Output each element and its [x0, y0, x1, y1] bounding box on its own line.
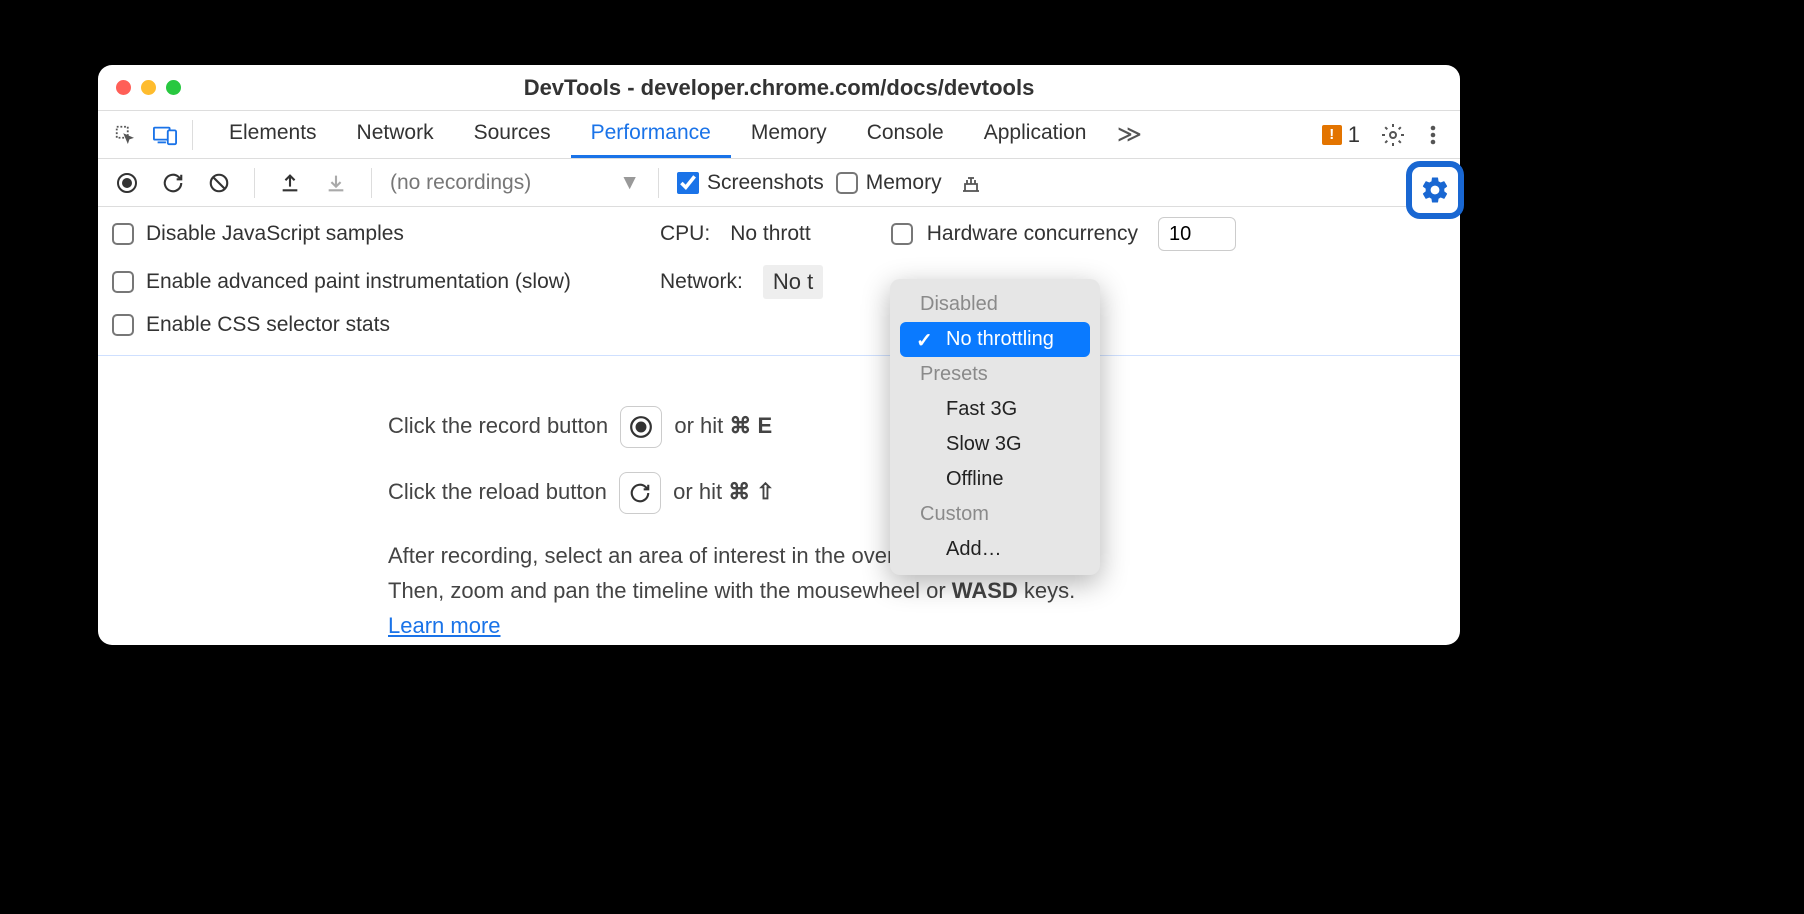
cpu-throttle-select[interactable]: No thrott: [730, 222, 811, 246]
cpu-row: CPU: No thrott Hardware concurrency: [660, 217, 1446, 251]
record-shortcut: ⌘ E: [729, 413, 772, 438]
inspect-element-icon[interactable]: [108, 118, 142, 152]
titlebar: DevTools - developer.chrome.com/docs/dev…: [98, 65, 1460, 111]
traffic-lights: [116, 80, 181, 95]
memory-label: Memory: [866, 171, 942, 195]
maximize-window-button[interactable]: [166, 80, 181, 95]
network-label: Network:: [660, 270, 743, 294]
memory-input[interactable]: [836, 172, 858, 194]
main-tabs-bar: Elements Network Sources Performance Mem…: [98, 111, 1460, 159]
separator: [192, 120, 193, 150]
screenshots-input[interactable]: [677, 172, 699, 194]
performance-toolbar: (no recordings) ▼ Screenshots Memory: [98, 159, 1460, 207]
more-options-icon[interactable]: [1416, 118, 1450, 152]
tabs: Elements Network Sources Performance Mem…: [209, 111, 1106, 158]
reload-button[interactable]: [156, 166, 190, 200]
settings-gear-icon[interactable]: [1376, 118, 1410, 152]
enable-paint-checkbox[interactable]: [112, 271, 134, 293]
dropdown-item-fast-3g[interactable]: Fast 3G: [894, 392, 1096, 427]
enable-css-checkbox[interactable]: [112, 314, 134, 336]
enable-paint-label: Enable advanced paint instrumentation (s…: [146, 270, 571, 294]
reload-button-inline[interactable]: [619, 472, 661, 514]
tab-sources[interactable]: Sources: [454, 111, 571, 158]
devtools-window: DevTools - developer.chrome.com/docs/dev…: [98, 65, 1460, 645]
clear-button[interactable]: [202, 166, 236, 200]
disable-js-label: Disable JavaScript samples: [146, 222, 404, 246]
memory-checkbox[interactable]: Memory: [836, 171, 942, 195]
tab-memory[interactable]: Memory: [731, 111, 847, 158]
download-profile-icon[interactable]: [319, 166, 353, 200]
minimize-window-button[interactable]: [141, 80, 156, 95]
upload-profile-icon[interactable]: [273, 166, 307, 200]
dropdown-group-disabled: Disabled: [894, 287, 1096, 322]
tab-network[interactable]: Network: [337, 111, 454, 158]
enable-css-row[interactable]: Enable CSS selector stats: [112, 313, 652, 337]
learn-more-link[interactable]: Learn more: [388, 613, 501, 638]
dropdown-item-add[interactable]: Add…: [894, 532, 1096, 567]
window-title: DevTools - developer.chrome.com/docs/dev…: [112, 75, 1446, 101]
dropdown-item-slow-3g[interactable]: Slow 3G: [894, 427, 1096, 462]
dropdown-caret-icon: ▼: [619, 171, 640, 195]
screenshots-label: Screenshots: [707, 171, 824, 195]
dropdown-group-presets: Presets: [894, 357, 1096, 392]
capture-settings-button[interactable]: [1406, 161, 1464, 219]
record-button-inline[interactable]: [620, 406, 662, 448]
close-window-button[interactable]: [116, 80, 131, 95]
separator: [658, 168, 659, 198]
device-toolbar-icon[interactable]: [148, 118, 182, 152]
tab-performance[interactable]: Performance: [571, 111, 731, 158]
network-throttling-dropdown: Disabled No throttling Presets Fast 3G S…: [890, 279, 1100, 575]
capture-settings-highlight: [1406, 161, 1464, 219]
tab-console[interactable]: Console: [847, 111, 964, 158]
recordings-dropdown[interactable]: (no recordings) ▼: [390, 171, 640, 195]
dropdown-group-custom: Custom: [894, 497, 1096, 532]
reload-shortcut: ⌘ ⇧: [728, 479, 775, 504]
tab-elements[interactable]: Elements: [209, 111, 337, 158]
capture-settings-panel: Disable JavaScript samples CPU: No throt…: [98, 207, 1460, 356]
dropdown-item-offline[interactable]: Offline: [894, 462, 1096, 497]
network-throttle-select[interactable]: No t: [763, 265, 823, 299]
recordings-label: (no recordings): [390, 171, 531, 195]
garbage-collect-icon[interactable]: [954, 166, 988, 200]
separator: [371, 168, 372, 198]
hardware-concurrency-checkbox[interactable]: [891, 223, 913, 245]
tab-application[interactable]: Application: [964, 111, 1107, 158]
dropdown-item-no-throttling[interactable]: No throttling: [900, 322, 1090, 357]
warnings-badge[interactable]: ! 1: [1322, 122, 1360, 148]
enable-css-label: Enable CSS selector stats: [146, 313, 390, 337]
hardware-concurrency-label: Hardware concurrency: [927, 222, 1138, 246]
disable-js-row[interactable]: Disable JavaScript samples: [112, 217, 652, 251]
record-button[interactable]: [110, 166, 144, 200]
disable-js-checkbox[interactable]: [112, 223, 134, 245]
separator: [254, 168, 255, 198]
warning-icon: !: [1322, 125, 1342, 145]
cpu-label: CPU:: [660, 222, 710, 246]
enable-paint-row[interactable]: Enable advanced paint instrumentation (s…: [112, 265, 652, 299]
hardware-concurrency-input[interactable]: [1158, 217, 1236, 251]
more-tabs-icon[interactable]: ≫: [1112, 118, 1146, 152]
performance-empty-state: Click the record button or hit ⌘ E -----…: [98, 356, 1460, 708]
screenshots-checkbox[interactable]: Screenshots: [677, 171, 824, 195]
warning-count: 1: [1348, 122, 1360, 148]
